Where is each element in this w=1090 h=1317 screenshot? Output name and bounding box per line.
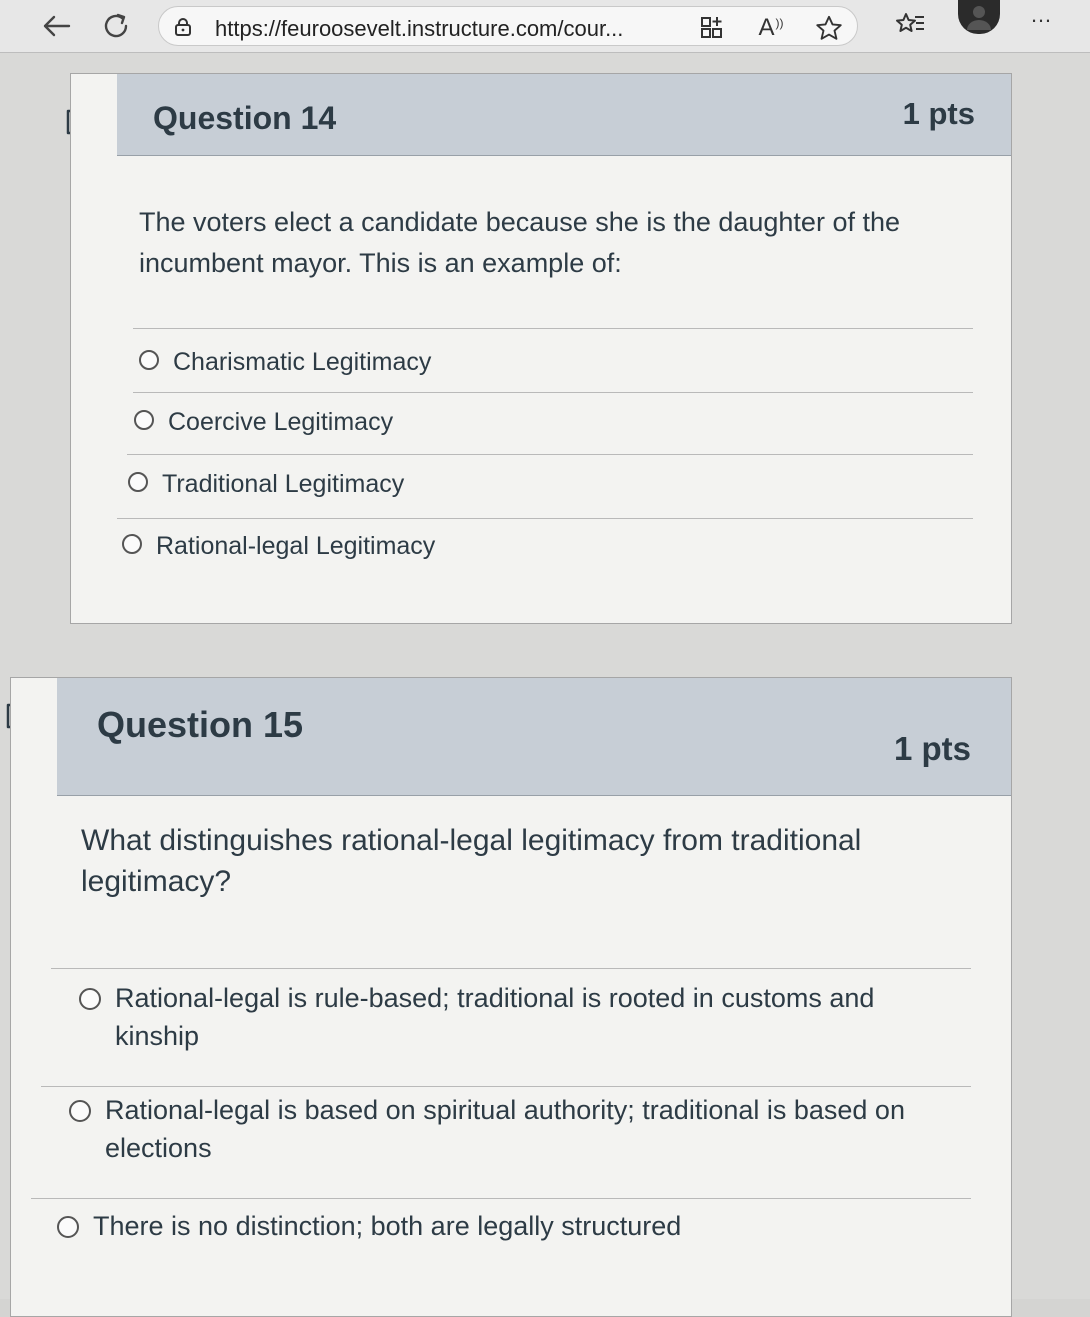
answer-divider: [41, 1086, 971, 1087]
question-title: Question 14: [153, 100, 337, 136]
read-aloud-icon: A: [758, 14, 775, 41]
profile-button[interactable]: [958, 0, 1000, 34]
read-aloud-button[interactable]: A)): [757, 14, 785, 41]
question-points: 1 pts: [902, 96, 975, 131]
favorites-list-button[interactable]: [893, 8, 927, 42]
answer-divider: [117, 518, 973, 519]
quiz-page: Question 14 1 pts The voters elect a can…: [0, 53, 1090, 1317]
radio-button[interactable]: [134, 410, 154, 430]
answer-label: Charismatic Legitimacy: [173, 348, 432, 376]
answer-option[interactable]: There is no distinction; both are legall…: [57, 1208, 937, 1246]
answer-option[interactable]: Rational-legal Legitimacy: [122, 528, 435, 564]
answer-label: There is no distinction; both are legall…: [93, 1211, 682, 1241]
answer-divider: [133, 392, 973, 393]
radio-button[interactable]: [69, 1100, 91, 1122]
answer-divider: [133, 328, 973, 329]
favorite-button[interactable]: [815, 15, 843, 41]
grid-plus-icon: [701, 17, 722, 38]
more-options-button[interactable]: …: [1030, 2, 1054, 28]
answer-label: Rational-legal is based on spiritual aut…: [105, 1095, 905, 1163]
answer-option[interactable]: Rational-legal is rule-based; traditiona…: [79, 980, 939, 1056]
address-bar[interactable]: https://feuroosevelt.instructure.com/cou…: [158, 6, 858, 46]
question-text: The voters elect a candidate because she…: [139, 207, 900, 278]
question-14-card: Question 14 1 pts The voters elect a can…: [70, 73, 1012, 624]
question-15-card: Question 15 1 pts What distinguishes rat…: [10, 677, 1012, 1317]
question-header: Question 14 1 pts: [117, 74, 1011, 156]
question-points: 1 pts: [893, 730, 971, 767]
radio-button[interactable]: [79, 988, 101, 1010]
star-icon: [816, 15, 842, 40]
answer-option[interactable]: Charismatic Legitimacy: [139, 344, 431, 380]
answer-option[interactable]: Rational-legal is based on spiritual aut…: [69, 1092, 949, 1168]
radio-button[interactable]: [122, 534, 142, 554]
url-text[interactable]: https://feuroosevelt.instructure.com/cou…: [215, 16, 685, 42]
question-text: What distinguishes rational-legal legiti…: [81, 824, 862, 899]
arrow-left-icon: [43, 15, 71, 37]
answer-label: Rational-legal Legitimacy: [156, 532, 436, 560]
answer-divider: [31, 1198, 971, 1199]
radio-button[interactable]: [57, 1216, 79, 1238]
answer-label: Coercive Legitimacy: [168, 408, 394, 436]
browser-toolbar: https://feuroosevelt.instructure.com/cou…: [0, 0, 1090, 53]
answer-divider: [51, 968, 971, 969]
question-title: Question 15: [97, 704, 304, 745]
lock-icon: [175, 18, 191, 36]
answer-option[interactable]: Coercive Legitimacy: [134, 404, 393, 440]
apps-button[interactable]: [699, 15, 727, 41]
refresh-button[interactable]: [100, 10, 132, 42]
question-header: Question 15 1 pts: [57, 678, 1011, 796]
back-button[interactable]: [40, 10, 72, 42]
refresh-icon: [104, 13, 128, 38]
answer-label: Traditional Legitimacy: [162, 470, 405, 498]
answer-label: Rational-legal is rule-based; traditiona…: [115, 983, 875, 1051]
radio-button[interactable]: [128, 472, 148, 492]
favorites-list-icon: [896, 13, 924, 32]
answer-option[interactable]: Traditional Legitimacy: [128, 466, 404, 502]
profile-avatar-icon: [967, 6, 991, 30]
radio-button[interactable]: [139, 350, 159, 370]
answer-divider: [127, 454, 973, 455]
